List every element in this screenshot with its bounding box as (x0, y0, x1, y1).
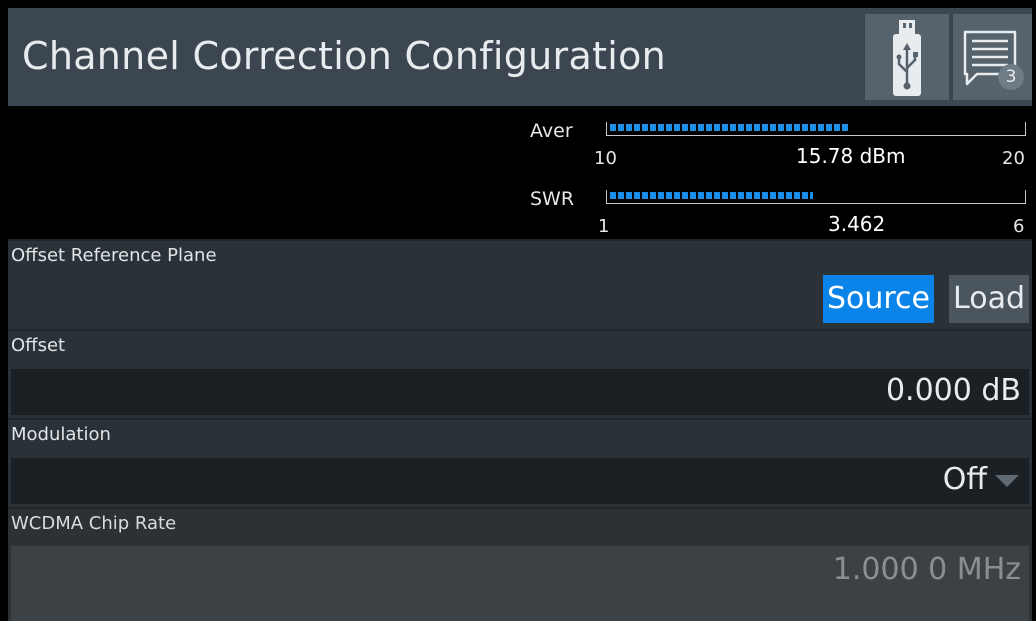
meter-bar-aver (606, 122, 1026, 136)
meter-fill-swr (610, 192, 813, 199)
meter-label: SWR (530, 188, 575, 210)
load-option-button[interactable]: Load (949, 275, 1029, 323)
offset-reference-plane-label: Offset Reference Plane (11, 245, 217, 266)
usb-button[interactable] (865, 14, 949, 100)
meter-label: Aver (530, 120, 573, 142)
meter-fill-aver (610, 124, 848, 131)
messages-button[interactable]: 3 (953, 14, 1032, 100)
wcdma-chip-rate-label: WCDMA Chip Rate (11, 513, 177, 534)
meter-min: 1 (598, 216, 610, 237)
message-icon (963, 30, 1017, 86)
modulation-panel: Modulation Off (8, 420, 1032, 507)
meter-min: 10 (594, 148, 617, 169)
wcdma-chip-rate-value: 1.000 0 MHz (832, 552, 1021, 587)
wcdma-chip-rate-field: 1.000 0 MHz (11, 546, 1029, 621)
message-count-badge: 3 (998, 64, 1024, 90)
meter-panel: Aver 10 15.78 dBm 20 SWR 1 3.462 6 (8, 106, 1032, 239)
meter-value: 3.462 (828, 212, 886, 236)
meter-bar-swr (606, 190, 1026, 204)
offset-label: Offset (11, 335, 66, 356)
modulation-value: Off (942, 462, 987, 497)
offset-reference-plane-panel: Offset Reference Plane Source Load (8, 241, 1032, 329)
offset-panel: Offset 0.000 dB (8, 331, 1032, 418)
offset-value: 0.000 dB (885, 373, 1021, 408)
page-title: Channel Correction Configuration (22, 34, 667, 78)
wcdma-chip-rate-panel: WCDMA Chip Rate 1.000 0 MHz (8, 509, 1032, 621)
modulation-select[interactable]: Off (11, 458, 1029, 504)
offset-field[interactable]: 0.000 dB (11, 369, 1029, 415)
chevron-down-icon (995, 474, 1019, 487)
source-option-button[interactable]: Source (822, 275, 934, 323)
meter-value: 15.78 dBm (796, 144, 906, 168)
modulation-label: Modulation (11, 424, 111, 445)
meter-max: 6 (1013, 216, 1025, 237)
title-bar: Channel Correction Configuration 3 (8, 8, 1032, 106)
meter-max: 20 (1002, 148, 1025, 169)
app-window: Channel Correction Configuration 3 Aver … (8, 8, 1032, 621)
modulation-value-wrap: Off (943, 462, 1019, 497)
usb-icon (893, 20, 921, 96)
